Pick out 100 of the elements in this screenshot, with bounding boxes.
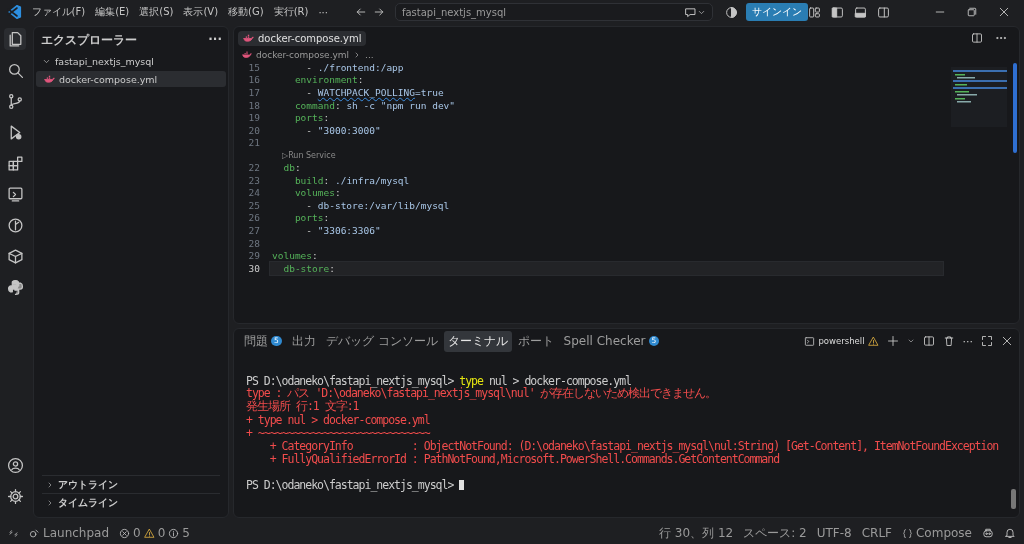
- indentation[interactable]: スペース: 2: [743, 524, 807, 542]
- panel-tab[interactable]: デバッグ コンソール: [321, 330, 442, 352]
- code-lens-link[interactable]: ▷Run Service: [234, 149, 1019, 162]
- search-icon[interactable]: [6, 61, 24, 79]
- app-logo-icon: [6, 4, 22, 20]
- menu-item[interactable]: 編集(E): [90, 3, 135, 21]
- terminal-line: + CategoryInfo : ObjectNotFound: (D:\odaneko\fastapi_nextjs_mysql\nul:String) [Get-Content], ItemNotFoundException: [268, 438, 999, 453]
- code-line: ports:: [293, 112, 330, 124]
- line-number: 16: [247, 74, 261, 86]
- code-line: - db-store:/var/lib/mysql: [305, 199, 450, 211]
- menu-item[interactable]: 移動(G): [223, 3, 269, 21]
- line-number: 23: [247, 174, 261, 186]
- file-item[interactable]: docker-compose.yml: [36, 71, 226, 87]
- terminal-line: PS D:\odaneko\fastapi_nextjs_mysql>: [246, 477, 455, 492]
- warning-icon: [143, 527, 155, 539]
- line-number: 28: [247, 237, 261, 249]
- problems-button[interactable]: 0 0 5: [119, 526, 190, 540]
- restore-icon[interactable]: [966, 6, 978, 18]
- trash-icon[interactable]: [942, 335, 955, 347]
- sign-in-button[interactable]: サインイン: [746, 3, 808, 21]
- remote-window-icon[interactable]: [6, 185, 24, 203]
- line-ending[interactable]: CRLF: [861, 526, 892, 540]
- panel-tab[interactable]: 出力: [287, 330, 320, 352]
- line-number: 15: [247, 61, 261, 73]
- terminal-line: PS D:\odaneko\fastapi_nextjs_mysql> type nul > docker-compose.yml: [246, 373, 632, 388]
- breadcrumb-item[interactable]: docker-compose.yml: [256, 50, 350, 60]
- code-line: - WATCHPACK_POLLING=true: [305, 87, 444, 98]
- menu-item[interactable]: ファイル(F): [26, 3, 91, 21]
- terminal-line: + FullyQualifiedErrorId : PathNotFound,Microsoft.PowerShell.Commands.GetContentCommand: [268, 451, 780, 466]
- chat-icon[interactable]: [684, 5, 697, 19]
- whale-icon: [44, 73, 55, 85]
- line-number: 27: [247, 224, 261, 236]
- command-search-field[interactable]: fastapi_nextjs_mysql: [394, 3, 713, 21]
- editor-tab[interactable]: docker-compose.yml: [238, 30, 367, 46]
- split-terminal-icon[interactable]: [922, 335, 935, 347]
- more-actions-button[interactable]: ···: [962, 334, 973, 348]
- section-header[interactable]: アウトライン: [42, 475, 220, 493]
- code-line: command: sh -c "npm run dev": [293, 99, 456, 111]
- panel-tab[interactable]: ターミナル: [443, 330, 512, 352]
- back-arrow-icon[interactable]: [354, 6, 367, 18]
- cursor-position[interactable]: 行 30、列 12: [659, 524, 734, 542]
- left-sidebar-icon[interactable]: [831, 5, 844, 19]
- line-number: 24: [247, 187, 261, 199]
- half-circle-icon[interactable]: [725, 5, 738, 19]
- launchpad-button[interactable]: Launchpad: [29, 526, 110, 540]
- folder-item[interactable]: fastapi_nextjs_mysql: [36, 53, 226, 69]
- split-editor-icon[interactable]: [971, 32, 983, 44]
- braces-icon: [902, 527, 913, 539]
- line-number: 25: [247, 199, 261, 211]
- bottom-panel-icon[interactable]: [854, 5, 867, 19]
- code-line: environment:: [293, 74, 364, 86]
- terminal-line: type : パス 'D:\odaneko\fastapi_nextjs_mysql\nul' が存在しないため検出できません。: [246, 386, 717, 400]
- minimap[interactable]: [951, 67, 1007, 127]
- code-line: - ./frontend:/app: [305, 61, 404, 73]
- line-number: 19: [247, 112, 261, 124]
- forward-arrow-icon[interactable]: [372, 6, 385, 18]
- layout-icon[interactable]: [808, 5, 821, 19]
- terminal-line: + type nul > docker-compose.yml: [246, 412, 430, 427]
- menu-item[interactable]: 実行(R): [268, 3, 314, 21]
- scrollbar-thumb[interactable]: [1013, 63, 1017, 153]
- terminal-line: 発生場所 行:1 文字:1: [246, 399, 359, 414]
- code-line: ports:: [293, 212, 330, 224]
- account-icon[interactable]: [6, 456, 24, 474]
- code-line: volumes:: [272, 250, 318, 262]
- terminal-icon: [804, 335, 816, 347]
- more-menu-button[interactable]: ···: [313, 4, 333, 20]
- cube-icon[interactable]: [6, 247, 24, 265]
- scrollbar-thumb[interactable]: [1011, 489, 1016, 509]
- line-number: 17: [247, 87, 261, 98]
- line-number: 26: [247, 212, 261, 224]
- panel-tab[interactable]: ポート: [513, 330, 558, 352]
- line-number: 30: [247, 262, 261, 274]
- code-line: volumes:: [293, 187, 341, 199]
- extensions-icon[interactable]: [6, 154, 24, 172]
- right-sidebar-icon[interactable]: [877, 5, 890, 19]
- settings-icon[interactable]: [6, 487, 24, 505]
- info-icon: [168, 527, 180, 539]
- text-cursor: [459, 479, 465, 490]
- language-mode[interactable]: Compose: [902, 526, 972, 540]
- warning-icon: [867, 335, 879, 347]
- code-line: build: ./infra/mysql: [293, 174, 410, 186]
- section-header[interactable]: タイムライン: [42, 493, 220, 511]
- bell-icon[interactable]: [1004, 527, 1016, 539]
- menu-item[interactable]: 選択(S): [134, 3, 179, 21]
- terminal-selector[interactable]: powershell: [804, 335, 879, 347]
- code-line: db:: [282, 161, 301, 173]
- breadcrumb-item[interactable]: ...: [365, 50, 374, 60]
- code-line: db-store:: [282, 262, 335, 274]
- encoding[interactable]: UTF-8: [816, 526, 852, 540]
- line-number: 22: [247, 161, 261, 173]
- error-icon: [119, 527, 131, 539]
- whale-icon: [243, 32, 254, 44]
- source-control-icon[interactable]: [6, 92, 24, 110]
- menu-item[interactable]: 表示(V): [178, 3, 224, 21]
- close-icon[interactable]: [998, 6, 1010, 18]
- close-icon[interactable]: [1001, 335, 1013, 347]
- plus-icon[interactable]: [886, 335, 899, 347]
- more-actions-button[interactable]: ···: [208, 32, 222, 49]
- line-number: 29: [247, 250, 261, 262]
- maximize-icon[interactable]: [981, 335, 993, 347]
